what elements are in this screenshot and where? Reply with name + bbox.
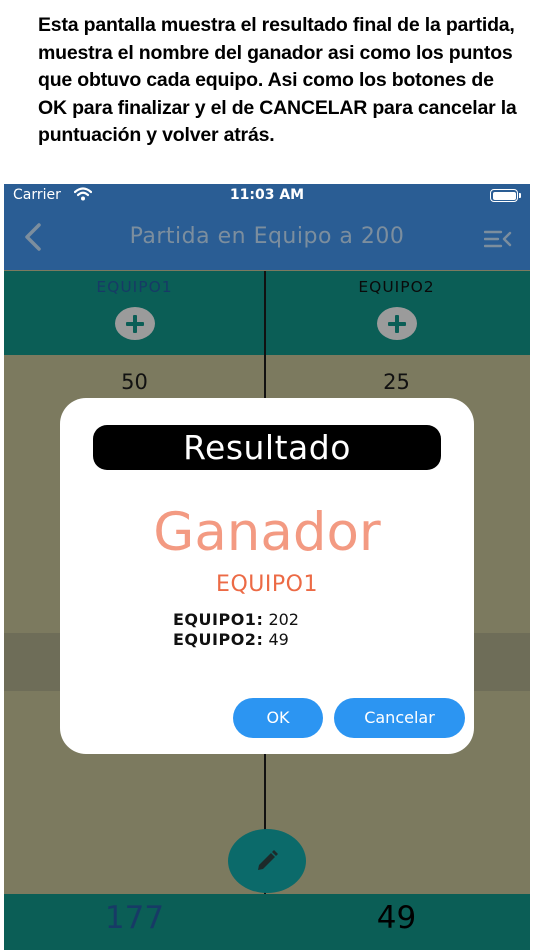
total-team-1: 177	[104, 900, 165, 936]
cancel-button[interactable]: Cancelar	[334, 698, 465, 738]
winner-name: EQUIPO1	[216, 572, 318, 597]
team-header: EQUIPO1 EQUIPO2	[4, 271, 530, 355]
dialog-title: Resultado	[93, 425, 441, 470]
team-name-2: EQUIPO2	[358, 278, 435, 296]
result-row-2: EQUIPO2: 49	[173, 630, 289, 649]
page-title: Partida en Equipo a 200	[129, 224, 405, 249]
add-points-icon[interactable]	[376, 307, 417, 340]
add-points-icon[interactable]	[114, 307, 155, 340]
team-column-1: EQUIPO1	[4, 271, 265, 355]
totals-bar: 177 49	[4, 894, 530, 950]
winner-label: Ganador	[153, 502, 381, 563]
menu-collapse-icon[interactable]	[483, 229, 512, 254]
team-name-1: EQUIPO1	[96, 278, 173, 296]
edit-button[interactable]	[228, 829, 306, 893]
description-caption: Esta pantalla muestra el resultado final…	[38, 14, 517, 146]
result-value-1: 202	[268, 610, 299, 629]
pencil-icon	[258, 850, 278, 870]
result-value-2: 49	[268, 630, 289, 649]
result-label-2: EQUIPO2:	[173, 630, 264, 649]
status-bar: Carrier 11:03 AM	[4, 184, 530, 208]
team-column-2: EQUIPO2	[266, 271, 527, 355]
ok-button[interactable]: OK	[233, 698, 323, 738]
clock-time: 11:03 AM	[229, 187, 305, 203]
result-row-1: EQUIPO1: 202	[173, 610, 299, 629]
score-team-1: 50	[121, 370, 148, 394]
result-label-1: EQUIPO1:	[173, 610, 264, 629]
battery-icon	[490, 189, 521, 202]
total-team-2: 49	[376, 900, 417, 936]
score-team-2: 25	[383, 370, 410, 394]
navigation-bar: Partida en Equipo a 200	[4, 208, 530, 270]
result-dialog: Resultado Ganador EQUIPO1 EQUIPO1: 202 E…	[60, 398, 474, 754]
